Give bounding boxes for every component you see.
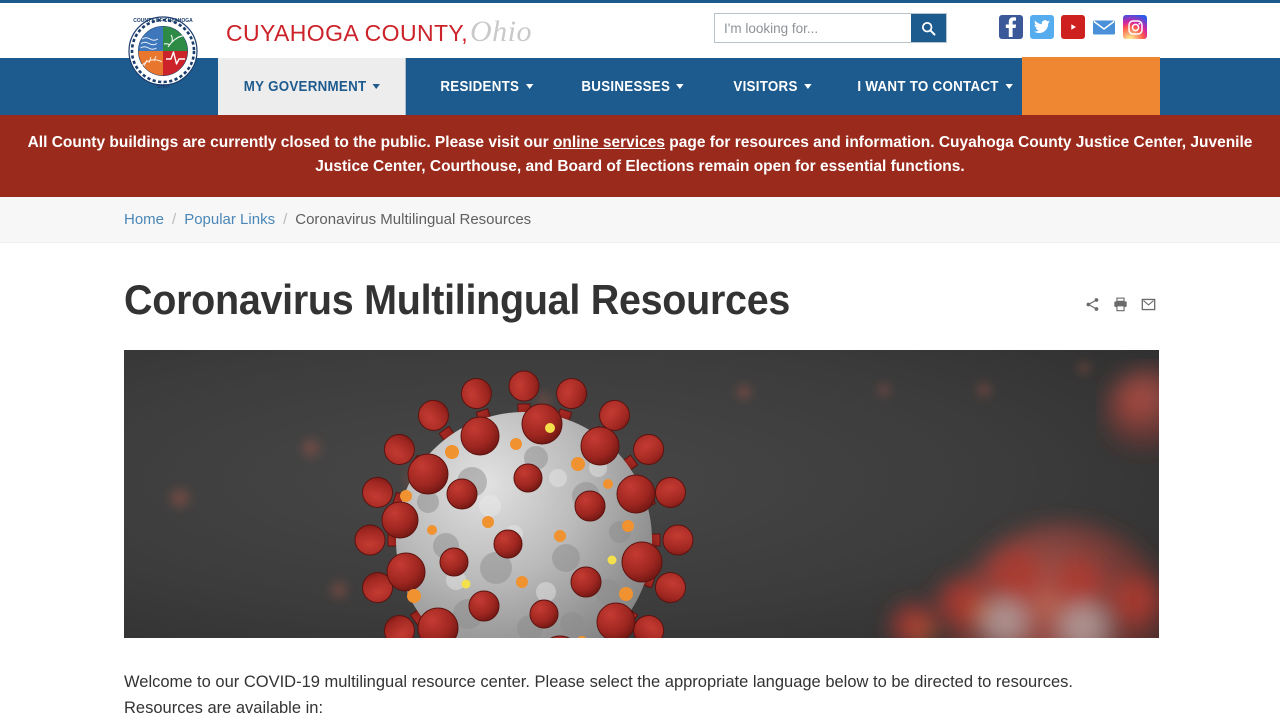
cuyahoga-county-seal-icon[interactable]: COUNTY OF CUYAHOGA OHIO (126, 9, 200, 99)
facebook-icon (1005, 17, 1017, 37)
share-icon[interactable] (1084, 296, 1100, 312)
nav-label: I WANT TO CONTACT (857, 78, 1000, 95)
coronavirus-illustration (124, 350, 1159, 639)
instagram-icon (1127, 19, 1143, 35)
email-link[interactable] (1092, 15, 1116, 39)
chevron-down-icon (803, 84, 811, 89)
chevron-down-icon (526, 84, 534, 89)
nav-item-i-want-to-contact[interactable]: I WANT TO CONTACT (839, 58, 1031, 115)
chevron-down-icon (372, 84, 381, 89)
twitter-link[interactable] (1030, 15, 1054, 39)
search-button[interactable] (911, 14, 946, 42)
social-links (999, 15, 1147, 39)
twitter-icon (1034, 20, 1050, 34)
alert-text-before: All County buildings are currently close… (27, 134, 553, 151)
site-brand[interactable]: CUYAHOGA COUNTY,Ohio (226, 15, 532, 49)
printer-icon[interactable] (1112, 296, 1128, 312)
youtube-link[interactable] (1061, 15, 1085, 39)
search-icon (921, 21, 936, 35)
site-alert-banner: All County buildings are currently close… (0, 115, 1280, 198)
svg-text:OHIO: OHIO (157, 84, 170, 90)
facebook-link[interactable] (999, 15, 1023, 39)
nav-label: VISITORS (732, 78, 798, 95)
nav-label: RESIDENTS (440, 78, 520, 95)
nav-label: MY GOVERNMENT (243, 78, 367, 95)
site-search[interactable] (714, 13, 947, 43)
nav-item-businesses[interactable]: BUSINESSES (563, 58, 702, 115)
search-input[interactable] (715, 14, 911, 42)
brand-name: CUYAHOGA COUNTY, (226, 20, 468, 46)
youtube-icon (1065, 21, 1081, 33)
envelope-icon (1093, 20, 1115, 35)
page-action-icons (1084, 276, 1156, 312)
page-title: Coronavirus Multilingual Resources (124, 276, 791, 324)
breadcrumb-current: Coronavirus Multilingual Resources (295, 211, 532, 229)
email-icon[interactable] (1140, 296, 1156, 312)
alert-link-online-services[interactable]: online services (553, 134, 665, 151)
instagram-link[interactable] (1123, 15, 1147, 39)
nav-item-visitors[interactable]: VISITORS (715, 58, 830, 115)
svg-text:COUNTY OF CUYAHOGA: COUNTY OF CUYAHOGA (133, 18, 193, 24)
chevron-down-icon (1005, 84, 1013, 89)
main-content: Coronavirus Multilingual Resources Welco… (0, 243, 1280, 720)
nav-label: BUSINESSES (581, 78, 671, 95)
breadcrumb-home[interactable]: Home (124, 211, 164, 228)
chevron-down-icon (676, 84, 684, 89)
breadcrumb-popular-links[interactable]: Popular Links (184, 211, 275, 228)
brand-state: Ohio (469, 15, 532, 48)
intro-paragraph: Welcome to our COVID-19 multilingual res… (124, 673, 1073, 717)
breadcrumb-separator: / (283, 211, 288, 229)
nav-item-my-government[interactable]: MY GOVERNMENT (218, 58, 406, 115)
breadcrumb-separator: / (172, 211, 177, 229)
nav-item-residents[interactable]: RESIDENTS (422, 58, 551, 115)
site-header: COUNTY OF CUYAHOGA OHIO CUYAHOGA COUNTY,… (0, 0, 1280, 90)
breadcrumb: Home / Popular Links / Coronavirus Multi… (0, 197, 1280, 244)
